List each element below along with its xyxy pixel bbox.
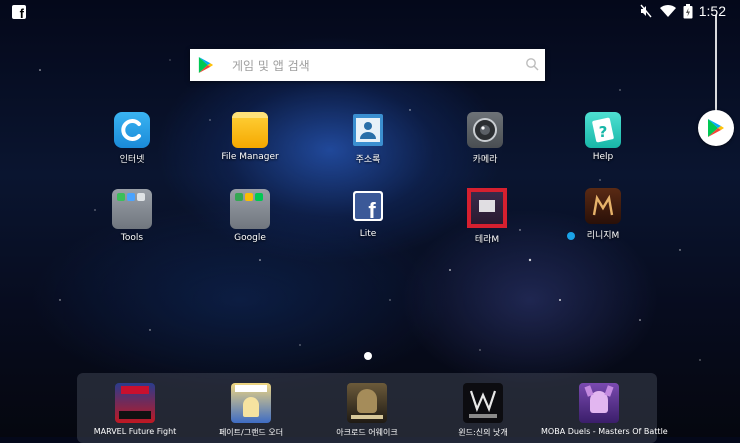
search-bar[interactable]: 게임 및 앱 검색 (190, 49, 545, 81)
app-label: 테라M (474, 235, 500, 245)
contacts-icon (350, 112, 386, 148)
search-placeholder: 게임 및 앱 검색 (232, 59, 310, 73)
marvel-future-fight-icon (115, 383, 155, 423)
app-label: 주소록 (355, 155, 381, 165)
wind-game-icon (463, 383, 503, 423)
app-contacts[interactable]: 주소록 (318, 112, 418, 165)
app-camera[interactable]: 카메라 (435, 112, 535, 165)
app-facebook-lite[interactable]: f Lite (318, 191, 418, 239)
fate-grand-order-icon (231, 383, 271, 423)
help-icon: ? (585, 112, 621, 148)
folder-icon (232, 112, 268, 148)
recommended-apps-tray: MARVEL Future Fight 페이트/그랜드 오더 아크로드 어웨이크… (77, 373, 668, 443)
tray-app-wind[interactable]: 윈드:신의 낫개 (425, 383, 541, 438)
facebook-icon[interactable]: f (12, 5, 26, 21)
app-label: 카메라 (472, 155, 498, 165)
app-help[interactable]: ? Help (553, 112, 653, 162)
facebook-lite-icon: f (353, 191, 383, 223)
app-label: Tools (120, 233, 144, 243)
internet-icon (114, 112, 150, 148)
tray-app-label: 아크로드 어웨이크 (336, 428, 398, 437)
tray-app-moba[interactable]: MOBA Duels - Masters Of Battle (541, 383, 668, 436)
google-folder-icon (230, 189, 270, 229)
app-label: Google (234, 233, 266, 243)
tray-app-label: MARVEL Future Fight (93, 427, 177, 436)
side-drag-handle[interactable] (715, 15, 717, 115)
new-app-indicator (567, 232, 575, 240)
svg-text:f: f (368, 198, 376, 221)
mute-icon (640, 4, 652, 18)
play-store-shortcut[interactable] (698, 110, 734, 146)
page-indicator-dot[interactable] (364, 352, 372, 360)
tray-app-label: 페이트/그랜드 오더 (218, 428, 284, 437)
app-tera-m[interactable]: 테라M (437, 188, 537, 245)
tools-folder-icon (112, 189, 152, 229)
svg-text:?: ? (599, 123, 608, 141)
app-google-folder[interactable]: Google (200, 189, 300, 243)
tray-app-label: 윈드:신의 낫개 (458, 428, 508, 437)
play-store-icon (708, 119, 724, 137)
lineage-m-icon (585, 188, 621, 224)
app-label: 인터넷 (119, 155, 145, 165)
tray-app-fate[interactable]: 페이트/그랜드 오더 (193, 383, 309, 438)
app-label: File Manager (221, 152, 279, 162)
tray-app-arcrod[interactable]: 아크로드 어웨이크 (309, 383, 425, 438)
app-internet[interactable]: 인터넷 (82, 112, 182, 165)
clock: 1:52 (698, 3, 726, 19)
tray-app-label: MOBA Duels - Masters Of Battle (541, 427, 668, 436)
arcrod-awake-icon (347, 383, 387, 423)
app-tools-folder[interactable]: Tools (82, 189, 182, 243)
tray-app-marvel[interactable]: MARVEL Future Fight (77, 383, 193, 436)
app-label: Lite (359, 229, 377, 239)
camera-icon (467, 112, 503, 148)
app-file-manager[interactable]: File Manager (200, 112, 300, 162)
search-icon[interactable] (525, 57, 539, 71)
tera-m-icon (467, 188, 507, 228)
play-store-icon (198, 57, 214, 73)
status-bar: f 1:52 (0, 0, 740, 24)
app-label: Help (592, 152, 614, 162)
moba-duels-icon (579, 383, 619, 423)
wifi-icon (659, 4, 676, 17)
battery-icon (683, 3, 693, 18)
status-icons: 1:52 (639, 3, 726, 19)
